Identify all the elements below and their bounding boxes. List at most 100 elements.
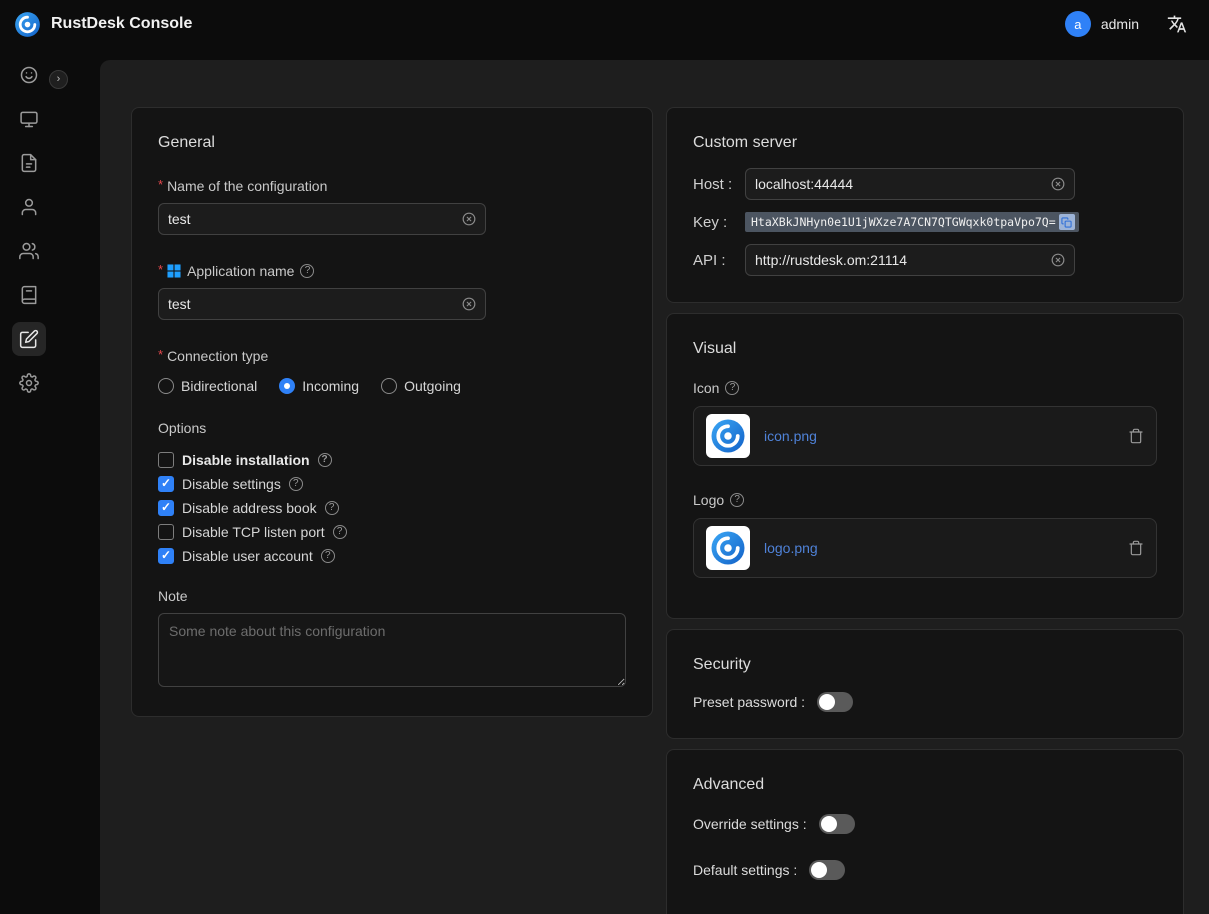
preset-password-toggle[interactable] [817,692,853,712]
sidebar-item-address-books[interactable] [12,278,46,312]
default-settings-label: Default settings : [693,862,797,878]
custom-server-card: Custom server Host : Key : [666,107,1184,303]
checkbox-label: Disable settings [182,476,281,492]
smiley-icon [19,65,39,85]
radio-icon [381,378,397,394]
help-icon[interactable]: ? [730,493,744,507]
checkbox-label: Disable TCP listen port [182,524,325,540]
clear-icon[interactable] [1051,177,1065,191]
override-settings-toggle[interactable] [819,814,855,834]
sidebar-item-audit[interactable] [12,146,46,180]
help-icon[interactable]: ? [300,264,314,278]
override-settings-label: Override settings : [693,816,807,832]
language-icon[interactable] [1163,10,1191,38]
icon-file-box: icon.png [693,406,1157,466]
sidebar-item-groups[interactable] [12,234,46,268]
connection-type-group: Bidirectional Incoming Outgoing [158,378,626,394]
edit-icon [19,329,39,349]
checkbox-disable-user-account[interactable]: Disable user account ? [158,548,626,564]
monitor-icon [19,109,39,129]
gear-icon [19,373,39,393]
help-icon[interactable]: ? [321,549,335,563]
document-icon [19,153,39,173]
options-label: Options [158,420,626,436]
sidebar-item-overview[interactable] [12,58,46,92]
checkbox-disable-address-book[interactable]: Disable address book ? [158,500,626,516]
radio-icon [158,378,174,394]
checkbox-icon [158,548,174,564]
sidebar-item-devices[interactable] [12,102,46,136]
security-title: Security [693,656,1157,674]
main-content: General * Name of the configuration * [58,48,1209,914]
radio-label: Incoming [302,378,359,394]
radio-incoming[interactable]: Incoming [279,378,359,394]
user-icon [19,197,39,217]
checkbox-label: Disable address book [182,500,317,516]
radio-label: Outgoing [404,378,461,394]
checkbox-icon [158,452,174,468]
help-icon[interactable]: ? [325,501,339,515]
security-card: Security Preset password : [666,629,1184,739]
logo-preview [706,526,750,570]
rustdesk-logo-icon [14,11,41,38]
logo-file-box: logo.png [693,518,1157,578]
sidebar-item-custom-clients[interactable] [12,322,46,356]
required-marker: * [158,262,163,277]
checkbox-disable-installation[interactable]: Disable installation ? [158,452,626,468]
help-icon[interactable]: ? [289,477,303,491]
checkbox-disable-tcp-listen-port[interactable]: Disable TCP listen port ? [158,524,626,540]
connection-type-label: Connection type [167,348,268,364]
api-input[interactable] [755,252,1045,268]
username[interactable]: admin [1101,16,1139,32]
radio-label: Bidirectional [181,378,257,394]
user-avatar[interactable]: a [1065,11,1091,37]
api-label: API : [693,252,745,269]
sidebar-item-users[interactable] [12,190,46,224]
icon-file-link[interactable]: icon.png [764,428,817,444]
app-name-input-box [158,288,486,320]
visual-card: Visual Icon ? [666,313,1184,619]
advanced-card: Advanced Override settings : Default set… [666,749,1184,914]
sidebar-expand-button[interactable]: › [49,70,68,89]
checkbox-icon [158,500,174,516]
api-input-box [745,244,1075,276]
required-marker: * [158,347,163,362]
key-value: HtaXBkJNHyn0e1U1jWXze7A7CN7QTGWqxk0tpaVp… [751,215,1056,229]
help-icon[interactable]: ? [318,453,332,467]
preset-password-label: Preset password : [693,694,805,710]
checkbox-disable-settings[interactable]: Disable settings ? [158,476,626,492]
key-label: Key : [693,214,745,231]
book-icon [19,285,39,305]
trash-icon[interactable] [1128,428,1144,444]
clear-icon[interactable] [1051,253,1065,267]
required-marker: * [158,177,163,192]
app-header: RustDesk Console a admin [0,0,1209,48]
radio-bidirectional[interactable]: Bidirectional [158,378,257,394]
checkbox-label: Disable installation [182,452,310,468]
icon-preview [706,414,750,458]
advanced-title: Advanced [693,776,1157,794]
clear-icon[interactable] [462,297,476,311]
checkbox-label: Disable user account [182,548,313,564]
trash-icon[interactable] [1128,540,1144,556]
radio-icon [279,378,295,394]
options-group: Disable installation ? Disable settings … [158,452,626,564]
clear-icon[interactable] [462,212,476,226]
icon-label: Icon [693,380,719,396]
help-icon[interactable]: ? [333,525,347,539]
default-settings-toggle[interactable] [809,860,845,880]
help-icon[interactable]: ? [725,381,739,395]
name-field-label: Name of the configuration [167,178,327,194]
app-name-input[interactable] [168,296,456,312]
host-input[interactable] [755,176,1045,192]
logo-label: Logo [693,492,724,508]
checkbox-icon [158,524,174,540]
logo-file-link[interactable]: logo.png [764,540,818,556]
key-value-box: HtaXBkJNHyn0e1U1jWXze7A7CN7QTGWqxk0tpaVp… [745,212,1079,232]
copy-icon[interactable] [1059,214,1075,230]
radio-outgoing[interactable]: Outgoing [381,378,461,394]
config-name-input[interactable] [168,211,456,227]
sidebar [0,48,58,914]
sidebar-item-settings[interactable] [12,366,46,400]
note-textarea[interactable] [158,613,626,687]
